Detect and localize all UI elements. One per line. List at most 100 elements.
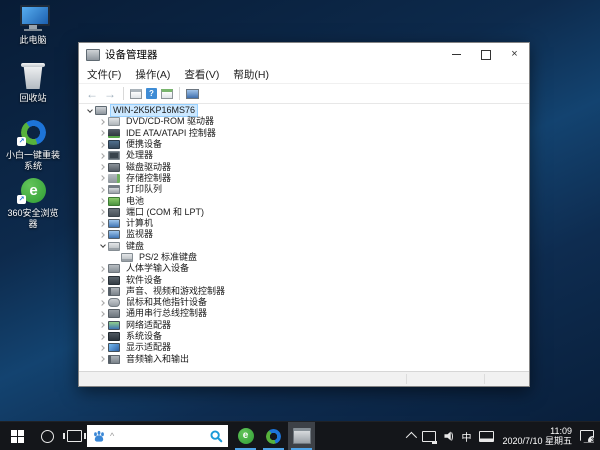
tree-item[interactable]: 人体学输入设备 <box>79 263 529 274</box>
chevron-right-icon[interactable] <box>97 165 108 169</box>
tree-item-label: 网络适配器 <box>124 320 173 331</box>
chevron-right-icon[interactable] <box>97 131 108 135</box>
taskbar-app-xiaobai[interactable] <box>260 422 287 450</box>
desktop-icon-recycle-bin[interactable]: 回收站 <box>4 62 62 104</box>
chevron-right-icon[interactable] <box>97 301 108 305</box>
properties-icon[interactable] <box>161 89 173 99</box>
volume-button[interactable] <box>444 431 453 442</box>
chevron-right-icon[interactable] <box>97 335 108 339</box>
chevron-right-icon[interactable] <box>97 233 108 237</box>
tree-item[interactable]: 显示适配器 <box>79 342 529 353</box>
desktop-icon-this-pc[interactable]: 此电脑 <box>4 4 62 46</box>
chevron-right-icon[interactable] <box>97 323 108 327</box>
tree-item-label: 监视器 <box>124 229 155 240</box>
tree-item[interactable]: WIN-2K5KP16MS76 <box>79 105 529 116</box>
cortana-button[interactable] <box>34 422 60 450</box>
chevron-right-icon[interactable] <box>97 278 108 282</box>
print-queue-icon <box>108 185 120 194</box>
chevron-right-icon[interactable] <box>97 357 108 361</box>
tree-item[interactable]: 便携设备 <box>79 139 529 150</box>
tree-item[interactable]: 端口 (COM 和 LPT) <box>79 207 529 218</box>
chevron-down-icon[interactable] <box>84 108 95 114</box>
tree-item[interactable]: 监视器 <box>79 229 529 240</box>
scan-hardware-icon[interactable] <box>186 89 199 99</box>
title-bar[interactable]: 设备管理器 × <box>79 43 529 66</box>
tree-item-label: 键盘 <box>124 241 146 252</box>
menu-action[interactable]: 操作(A) <box>135 67 170 82</box>
start-button[interactable] <box>0 422 34 450</box>
chevron-right-icon[interactable] <box>97 222 108 226</box>
help-icon[interactable]: ? <box>146 88 157 99</box>
forward-icon[interactable]: → <box>103 87 117 100</box>
tree-item[interactable]: 网络适配器 <box>79 320 529 331</box>
taskbar-app-360-browser[interactable]: e <box>232 422 259 450</box>
tree-item[interactable]: 处理器 <box>79 150 529 161</box>
tree-item[interactable]: 系统设备 <box>79 331 529 342</box>
tree-item[interactable]: 磁盘驱动器 <box>79 161 529 172</box>
console-tree-icon[interactable] <box>130 89 142 99</box>
tree-item[interactable]: DVD/CD-ROM 驱动器 <box>79 116 529 127</box>
close-button[interactable]: × <box>500 43 529 66</box>
network-icon[interactable] <box>422 431 436 442</box>
tray-expand-icon[interactable] <box>406 432 417 443</box>
ports-icon <box>108 208 120 217</box>
chevron-right-icon[interactable] <box>97 289 108 293</box>
chevron-right-icon[interactable] <box>97 199 108 203</box>
desktop-icon-xiaobai-reinstall[interactable]: ↗ 小白一键重装系统 <box>4 119 62 172</box>
maximize-button[interactable] <box>471 43 500 66</box>
tree-item[interactable]: 音频输入和输出 <box>79 354 529 365</box>
chevron-right-icon[interactable] <box>97 120 108 124</box>
disc-drive-icon <box>108 117 120 126</box>
menu-help[interactable]: 帮助(H) <box>233 67 269 82</box>
tree-item[interactable]: 声音、视频和游戏控制器 <box>79 286 529 297</box>
windows-logo-icon <box>11 430 24 443</box>
chevron-right-icon[interactable] <box>97 143 108 147</box>
hid-icon <box>108 264 120 273</box>
tree-item[interactable]: IDE ATA/ATAPI 控制器 <box>79 128 529 139</box>
tree-item[interactable]: 打印队列 <box>79 184 529 195</box>
xiaobai-sync-icon: ↗ <box>17 119 49 149</box>
chevron-right-icon[interactable] <box>97 346 108 350</box>
tree-item-label: PS/2 标准键盘 <box>137 252 199 263</box>
menu-view[interactable]: 查看(V) <box>184 67 219 82</box>
xiaobai-sync-icon <box>266 429 281 444</box>
minimize-button[interactable] <box>442 43 471 66</box>
taskbar-clock[interactable]: 11:09 2020/7/10 星期五 <box>502 426 572 446</box>
chevron-right-icon[interactable] <box>97 176 108 180</box>
menu-bar: 文件(F) 操作(A) 查看(V) 帮助(H) <box>79 66 529 84</box>
search-box[interactable]: ^ <box>87 425 228 447</box>
touch-keyboard-icon[interactable] <box>479 431 494 442</box>
tree-item[interactable]: 存储控制器 <box>79 173 529 184</box>
tree-item[interactable]: 电池 <box>79 195 529 206</box>
taskbar-app-device-manager[interactable] <box>288 422 315 450</box>
tree-item[interactable]: 软件设备 <box>79 274 529 285</box>
tree-item[interactable]: 键盘 <box>79 241 529 252</box>
chevron-right-icon[interactable] <box>97 312 108 316</box>
baidu-search-icon[interactable] <box>209 429 223 443</box>
chevron-up-icon[interactable]: ^ <box>110 431 114 441</box>
action-center-icon[interactable]: 3 <box>580 430 594 443</box>
network-adapter-icon <box>108 321 120 330</box>
close-icon: × <box>511 49 517 60</box>
tree-item[interactable]: 计算机 <box>79 218 529 229</box>
menu-file[interactable]: 文件(F) <box>87 67 121 82</box>
recycle-bin-icon <box>17 62 49 92</box>
status-separator <box>406 374 407 384</box>
audio-io-icon <box>108 355 120 364</box>
chevron-right-icon[interactable] <box>97 267 108 271</box>
back-icon[interactable]: ← <box>85 87 99 100</box>
task-view-button[interactable] <box>60 422 88 450</box>
software-device-icon <box>108 276 120 285</box>
display-adapter-icon <box>108 343 120 352</box>
chevron-right-icon[interactable] <box>97 188 108 192</box>
ime-indicator[interactable]: 中 <box>461 429 471 444</box>
chevron-right-icon[interactable] <box>97 154 108 158</box>
desktop-icon-360-browser[interactable]: e ↗ 360安全浏览器 <box>4 177 62 230</box>
chevron-down-icon[interactable] <box>97 243 108 249</box>
chevron-right-icon[interactable] <box>97 210 108 214</box>
tree-item-label: 通用串行总线控制器 <box>124 308 209 319</box>
tree-item[interactable]: PS/2 标准键盘 <box>79 252 529 263</box>
tree-item-label: 显示适配器 <box>124 342 173 353</box>
tree-item[interactable]: 通用串行总线控制器 <box>79 308 529 319</box>
tree-item[interactable]: 鼠标和其他指针设备 <box>79 297 529 308</box>
